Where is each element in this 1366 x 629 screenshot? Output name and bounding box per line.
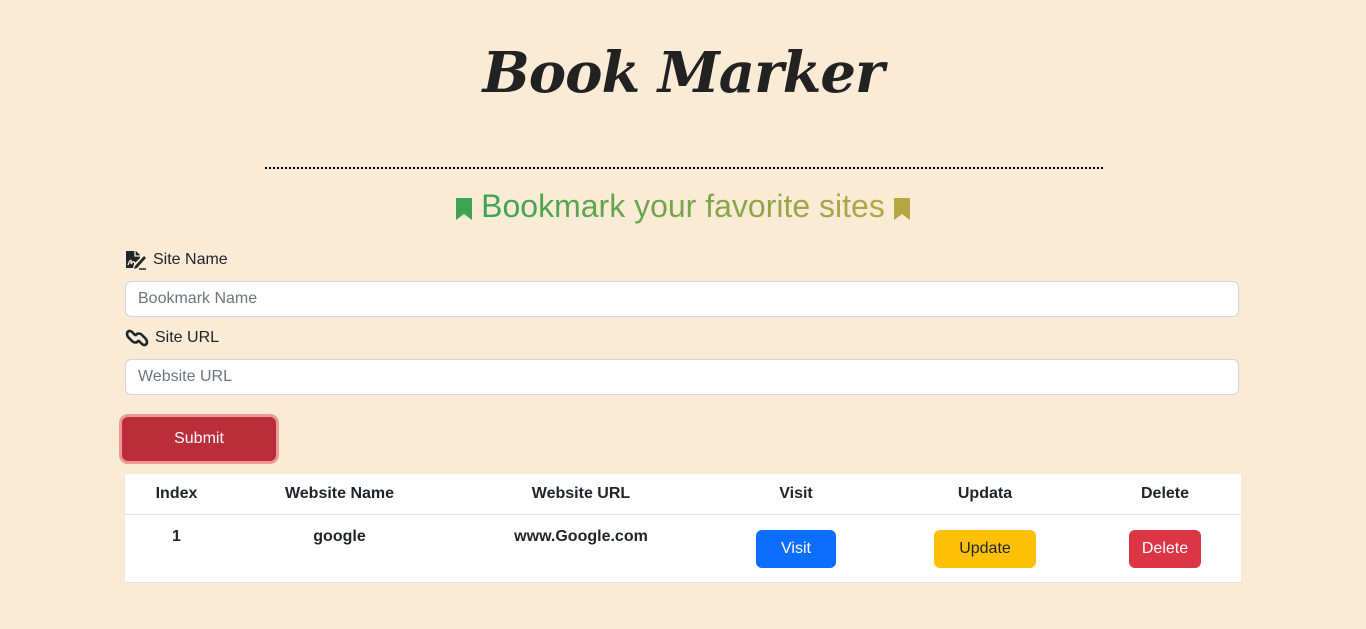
row-index: 1 [125,514,228,583]
row-website-url: www.Google.com [451,514,711,583]
table-header-row: Index Website Name Website URL Visit Upd… [125,474,1241,515]
row-visit-cell: Visit [711,514,881,583]
visit-button[interactable]: Visit [756,529,836,568]
row-delete-cell: Delete [1089,514,1241,583]
column-header-update: Updata [881,474,1089,515]
column-header-visit: Visit [711,474,881,515]
row-website-name: google [228,514,451,583]
bookmarks-table: Index Website Name Website URL Visit Upd… [125,474,1241,583]
site-url-label: Site URL [125,328,219,348]
delete-button[interactable]: Delete [1129,529,1201,568]
submit-button[interactable]: Submit [122,417,276,461]
site-url-input[interactable] [125,359,1239,395]
bookmark-icon [456,198,473,220]
column-header-index: Index [125,474,228,515]
link-icon [125,329,149,347]
table-row: 1 google www.Google.com Visit Update Del… [125,514,1241,583]
signature-icon [126,251,146,270]
site-name-input[interactable] [125,281,1239,317]
page-title: Book Marker [482,40,884,106]
column-header-delete: Delete [1089,474,1241,515]
site-name-label-text: Site Name [153,251,228,268]
divider [265,167,1103,169]
page-subtitle: Bookmark your favorite sites [0,188,1366,225]
site-name-label: Site Name [125,250,228,270]
subtitle-text: Bookmark your favorite sites [481,188,885,224]
row-update-cell: Update [881,514,1089,583]
column-header-website-name: Website Name [228,474,451,515]
update-button[interactable]: Update [934,529,1036,568]
bookmark-icon [893,198,910,220]
column-header-website-url: Website URL [451,474,711,515]
site-url-label-text: Site URL [155,329,220,346]
